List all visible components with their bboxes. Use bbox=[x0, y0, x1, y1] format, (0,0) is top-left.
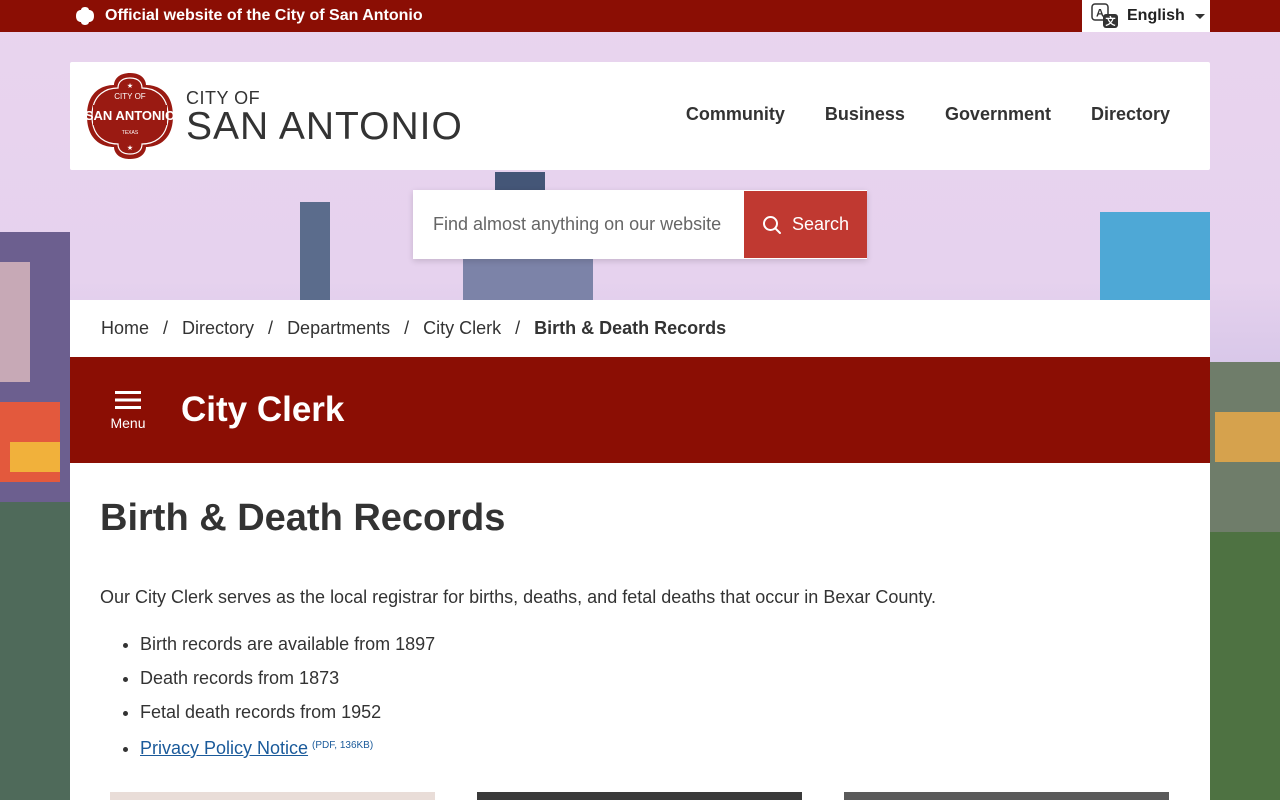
hamburger-icon bbox=[115, 391, 141, 409]
breadcrumb-separator: / bbox=[404, 318, 410, 338]
intro-paragraph: Our City Clerk serves as the local regis… bbox=[100, 587, 937, 607]
breadcrumb-separator: / bbox=[268, 318, 274, 338]
department-banner: Menu City Clerk bbox=[70, 357, 1210, 463]
list-item: Fetal death records from 1952 bbox=[140, 699, 435, 733]
chevron-down-icon bbox=[1194, 13, 1205, 19]
nav-business[interactable]: Business bbox=[825, 104, 905, 125]
city-seal-logo[interactable]: CITY OF SAN ANTONIO TEXAS ★ ★ bbox=[85, 71, 175, 161]
official-website-notice: Official website of the City of San Anto… bbox=[75, 5, 423, 27]
page-title: Birth & Death Records bbox=[100, 497, 506, 539]
breadcrumb: Home / Directory / Departments / City Cl… bbox=[70, 300, 1210, 357]
official-website-text: Official website of the City of San Anto… bbox=[105, 7, 423, 24]
search-input[interactable] bbox=[413, 190, 744, 259]
logo-san-antonio: SAN ANTONIO bbox=[186, 105, 463, 148]
nav-community[interactable]: Community bbox=[686, 104, 785, 125]
breadcrumb-home[interactable]: Home bbox=[101, 318, 149, 339]
list-item: Death records from 1873 bbox=[140, 665, 435, 699]
menu-label: Menu bbox=[110, 415, 146, 431]
svg-text:SAN ANTONIO: SAN ANTONIO bbox=[85, 108, 175, 123]
privacy-file-meta: (PDF, 136KB) bbox=[312, 740, 374, 751]
svg-text:文: 文 bbox=[1106, 15, 1117, 28]
records-list: Birth records are available from 1897 De… bbox=[140, 631, 435, 767]
breadcrumb-current: Birth & Death Records bbox=[534, 318, 727, 338]
department-title[interactable]: City Clerk bbox=[181, 389, 344, 431]
main-content: Birth & Death Records Our City Clerk ser… bbox=[70, 463, 1210, 800]
city-name-logo[interactable]: CITY OF SAN ANTONIO bbox=[186, 89, 463, 147]
svg-text:★: ★ bbox=[127, 144, 133, 152]
breadcrumb-departments[interactable]: Departments bbox=[287, 318, 390, 339]
breadcrumb-separator: / bbox=[515, 318, 521, 338]
official-site-bar: Official website of the City of San Anto… bbox=[0, 0, 1280, 32]
nav-government[interactable]: Government bbox=[945, 104, 1051, 125]
breadcrumb-directory[interactable]: Directory bbox=[182, 318, 254, 339]
breadcrumb-separator: / bbox=[163, 318, 169, 338]
language-label: English bbox=[1127, 7, 1185, 24]
card-image-3[interactable] bbox=[844, 792, 1169, 800]
nav-directory[interactable]: Directory bbox=[1091, 104, 1170, 125]
card-image-1[interactable] bbox=[110, 792, 435, 800]
privacy-policy-link[interactable]: Privacy Policy Notice bbox=[140, 738, 308, 758]
menu-button[interactable]: Menu bbox=[100, 389, 156, 435]
list-item-text: Birth records are available from 1897 bbox=[140, 634, 436, 654]
list-item-text: Death records from 1873 bbox=[140, 668, 340, 688]
city-flag-icon bbox=[76, 7, 94, 25]
card-row bbox=[110, 792, 1169, 800]
site-header: CITY OF SAN ANTONIO TEXAS ★ ★ CITY OF SA… bbox=[70, 62, 1210, 170]
site-search: Search bbox=[413, 190, 867, 259]
language-selector[interactable]: A 文 English bbox=[1082, 0, 1210, 32]
svg-text:★: ★ bbox=[127, 82, 133, 90]
card-image-2[interactable] bbox=[477, 792, 802, 800]
search-icon bbox=[762, 215, 781, 234]
svg-text:TEXAS: TEXAS bbox=[122, 130, 139, 136]
translate-icon: A 文 bbox=[1091, 3, 1118, 28]
svg-text:CITY OF: CITY OF bbox=[114, 92, 146, 101]
breadcrumb-city-clerk[interactable]: City Clerk bbox=[423, 318, 501, 339]
search-button[interactable]: Search bbox=[744, 191, 867, 258]
search-button-label: Search bbox=[791, 214, 850, 234]
main-navigation: Community Business Government Directory bbox=[686, 104, 1170, 125]
list-item-text: Fetal death records from 1952 bbox=[140, 702, 382, 722]
svg-text:A: A bbox=[1096, 8, 1104, 20]
list-item: Privacy Policy Notice (PDF, 136KB) bbox=[140, 733, 435, 767]
list-item: Birth records are available from 1897 bbox=[140, 631, 435, 665]
